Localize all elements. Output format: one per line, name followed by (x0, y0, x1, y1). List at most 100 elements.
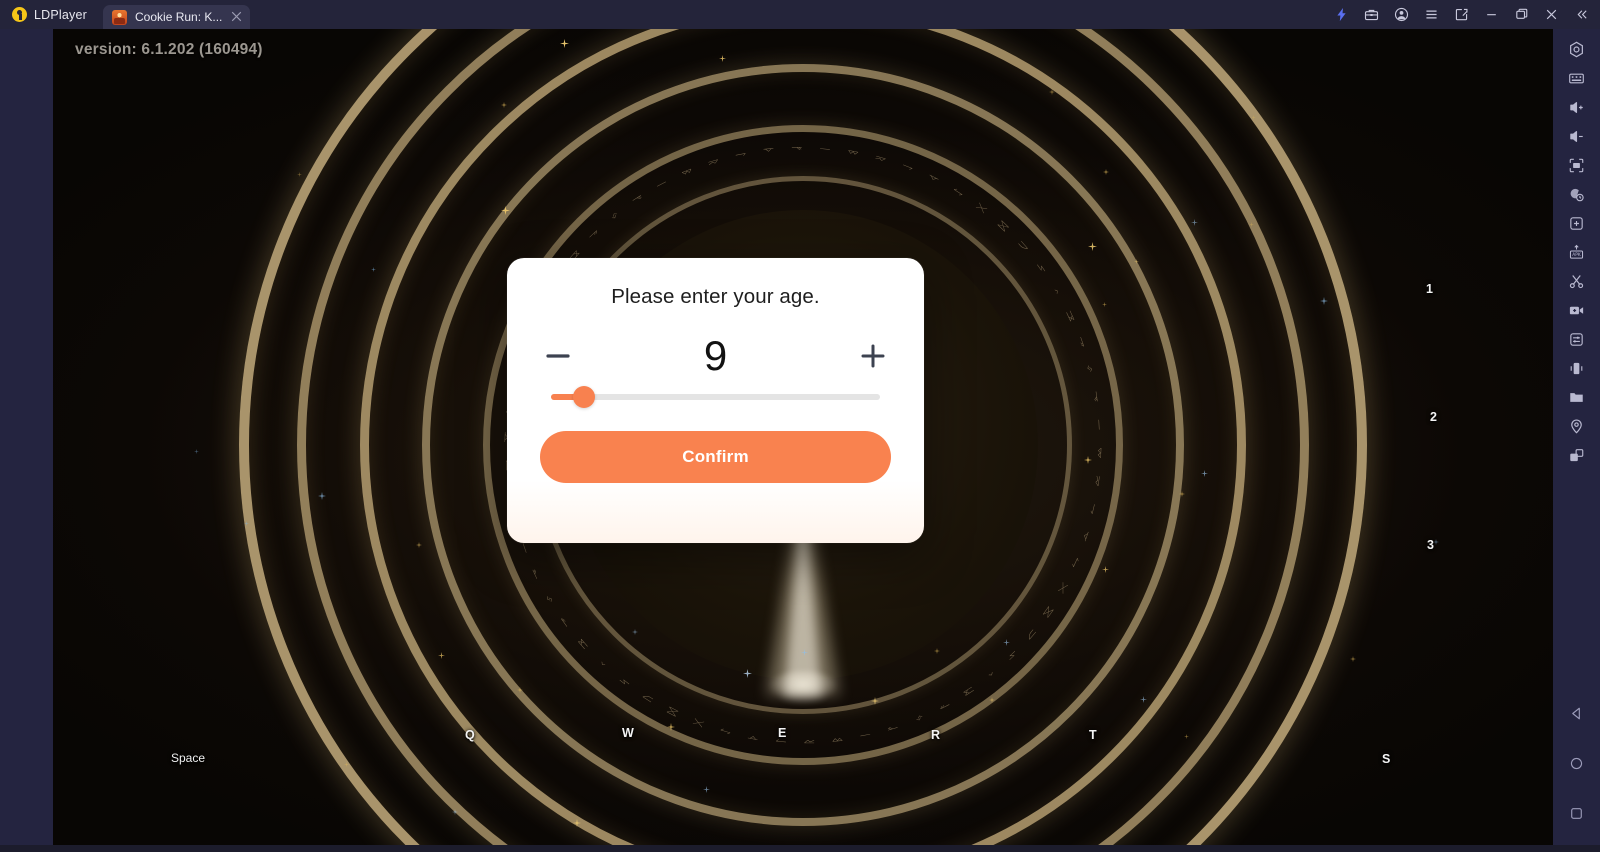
volume-up-icon[interactable] (1553, 93, 1600, 122)
rune-glyph: ᚠ (885, 721, 900, 734)
rune-glyph: ᛞ (1040, 603, 1055, 620)
rune-glyph: ᛇ (1068, 554, 1082, 570)
tab-cookie-run[interactable]: Cookie Run: K... (103, 5, 251, 29)
rune-glyph: ᚢ (640, 690, 657, 705)
toolbox-icon[interactable] (1356, 0, 1386, 29)
rune-glyph: ᛚ (899, 161, 915, 175)
file-manager-icon[interactable] (1553, 383, 1600, 412)
decor-light-beam-cap (769, 671, 837, 705)
rune-glyph: ᛃ (607, 209, 623, 225)
minimize-icon[interactable] (1476, 0, 1506, 29)
rune-glyph: ᚠ (530, 566, 544, 582)
left-rail (0, 29, 53, 845)
cookie-run-app-icon (112, 9, 128, 25)
rune-glyph: ᛋ (617, 674, 634, 690)
keymap-label-w[interactable]: W (622, 726, 634, 740)
keyboard-mapping-icon[interactable] (1553, 64, 1600, 93)
plus-icon[interactable] (850, 333, 896, 379)
rune-glyph: ᚷ (691, 715, 707, 729)
install-apk-icon[interactable]: APK (1553, 238, 1600, 267)
keymap-label-s[interactable]: S (1382, 752, 1390, 766)
rune-glyph: ᚱ (1091, 473, 1102, 488)
rune-glyph: ᛒ (1094, 446, 1104, 460)
rune-glyph: ᚦ (924, 172, 941, 187)
shake-icon[interactable] (1553, 354, 1600, 383)
rune-glyph: ᛚ (733, 150, 748, 162)
keymap-label-space[interactable]: Space (171, 751, 205, 765)
window-bottom-strip (0, 845, 1600, 852)
keymap-label-2[interactable]: 2 (1430, 410, 1437, 424)
rune-glyph: ᛚ (1086, 501, 1098, 516)
rune-glyph: ᛗ (1062, 308, 1076, 325)
titlebar-controls (1326, 0, 1600, 29)
maximize-icon[interactable] (1506, 0, 1536, 29)
new-instance-icon[interactable] (1553, 209, 1600, 238)
rune-glyph: ᚠ (629, 192, 646, 208)
rune-glyph: ᛒ (830, 733, 845, 744)
keymap-label-t[interactable]: T (1089, 728, 1097, 742)
volume-down-icon[interactable] (1553, 122, 1600, 151)
age-stepper: 9 (535, 327, 896, 385)
rune-glyph: ᛁ (817, 145, 832, 156)
rune-glyph: ᚱ (872, 153, 888, 166)
location-icon[interactable] (1553, 412, 1600, 441)
right-rail-tools: APK (1553, 29, 1600, 470)
record-video-icon[interactable] (1553, 296, 1600, 325)
slider-thumb[interactable] (572, 386, 595, 408)
age-slider[interactable] (551, 385, 880, 409)
rune-glyph: ᛒ (679, 166, 695, 180)
menu-icon[interactable] (1416, 0, 1446, 29)
rune-glyph: ᚨ (1074, 334, 1087, 350)
tab-title: Cookie Run: K... (135, 10, 223, 24)
settings-icon[interactable] (1553, 35, 1600, 64)
keymap-label-1[interactable]: 1 (1426, 282, 1433, 296)
account-icon[interactable] (1386, 0, 1416, 29)
rune-glyph: ᚱ (803, 736, 816, 746)
operation-recorder-icon[interactable] (1553, 325, 1600, 354)
rune-glyph: ᚱ (706, 157, 721, 170)
rune-glyph: ᛇ (949, 185, 966, 201)
rune-glyph: ᚷ (972, 201, 989, 217)
rune-glyph: ᛞ (994, 219, 1011, 235)
rune-glyph: ᚨ (936, 698, 953, 712)
confirm-button[interactable]: Confirm (540, 431, 891, 483)
rotate-screen-icon[interactable] (1553, 441, 1600, 470)
slider-track[interactable] (551, 394, 880, 400)
rune-glyph: ᛃ (911, 710, 927, 724)
android-home-icon[interactable] (1563, 751, 1591, 775)
rune-glyph: ᛞ (665, 704, 682, 718)
scissors-icon[interactable] (1553, 267, 1600, 296)
minus-icon[interactable] (535, 333, 581, 379)
rune-glyph: ᛁ (653, 178, 670, 193)
android-back-icon[interactable] (1563, 701, 1591, 725)
age-value: 9 (703, 332, 728, 379)
keymap-label-e[interactable]: E (778, 726, 786, 740)
titlebar: LDPlayer Cookie Run: K... (0, 0, 1600, 29)
rune-glyph: ᛒ (845, 148, 860, 160)
rune-glyph: ᛋ (1004, 647, 1020, 663)
rune-glyph: ᚲ (983, 666, 999, 681)
accelerate-icon[interactable] (1326, 0, 1356, 29)
rune-glyph: ᚠ (1089, 389, 1100, 404)
android-nav-bar (1563, 701, 1591, 845)
close-icon[interactable] (230, 11, 243, 24)
close-window-icon[interactable] (1536, 0, 1566, 29)
rune-glyph: ᚦ (746, 731, 761, 743)
rune-glyph: ᛁ (1093, 417, 1103, 432)
rune-glyph: ᛋ (1032, 260, 1048, 277)
fullscreen-icon[interactable] (1553, 151, 1600, 180)
rune-glyph: ᚲ (1048, 283, 1063, 300)
rune-glyph: ᛗ (960, 683, 977, 698)
multi-window-icon[interactable] (1446, 0, 1476, 29)
android-recents-icon[interactable] (1563, 801, 1591, 825)
keymap-label-r[interactable]: R (931, 728, 940, 742)
rune-glyph: ᚠ (790, 145, 803, 154)
multi-instance-icon[interactable] (1553, 180, 1600, 209)
rune-glyph: ᚷ (1055, 579, 1070, 596)
collapse-sidebar-icon[interactable] (1566, 0, 1596, 29)
rune-glyph: ᛃ (1083, 361, 1095, 377)
keymap-label-3[interactable]: 3 (1427, 538, 1434, 552)
ldplayer-window: LDPlayer Cookie Run: K... ᚠ ᛁ ᛒ ᚱ ᛚ ᚦ ᛇ … (0, 0, 1600, 852)
rune-glyph: ᚨ (586, 228, 602, 244)
keymap-label-q[interactable]: Q (465, 728, 475, 742)
